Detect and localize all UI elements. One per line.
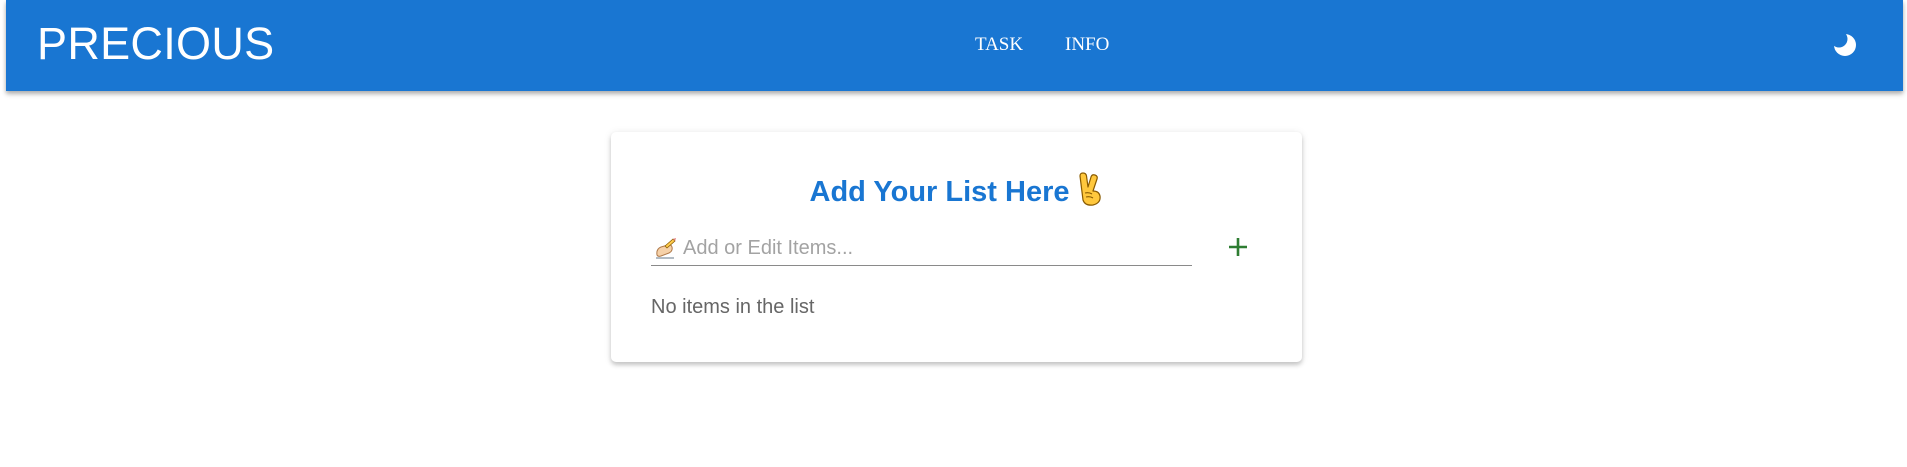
add-item-button[interactable] [1223, 232, 1253, 262]
brand-title[interactable]: PRECIOUS [37, 20, 274, 68]
card-title: Add Your List Here [611, 172, 1302, 210]
victory-hand-icon [1077, 172, 1103, 206]
list-card: Add Your List Here N [611, 132, 1302, 362]
nav-info[interactable]: INFO [1065, 30, 1109, 60]
moon-icon [1830, 30, 1856, 56]
writing-hand-icon [653, 237, 677, 261]
card-title-text: Add Your List Here [809, 176, 1070, 208]
item-input-field[interactable] [651, 232, 1192, 266]
page: PRECIOUS TASK INFO Add Your List Here Ad… [0, 0, 1907, 467]
empty-list-message: No items in the list [651, 296, 815, 318]
nav-task[interactable]: TASK [975, 30, 1023, 60]
theme-toggle-button[interactable] [1830, 30, 1859, 59]
app-bar: PRECIOUS TASK INFO [6, 0, 1903, 91]
plus-icon [1229, 238, 1247, 256]
item-input[interactable] [683, 232, 1188, 264]
